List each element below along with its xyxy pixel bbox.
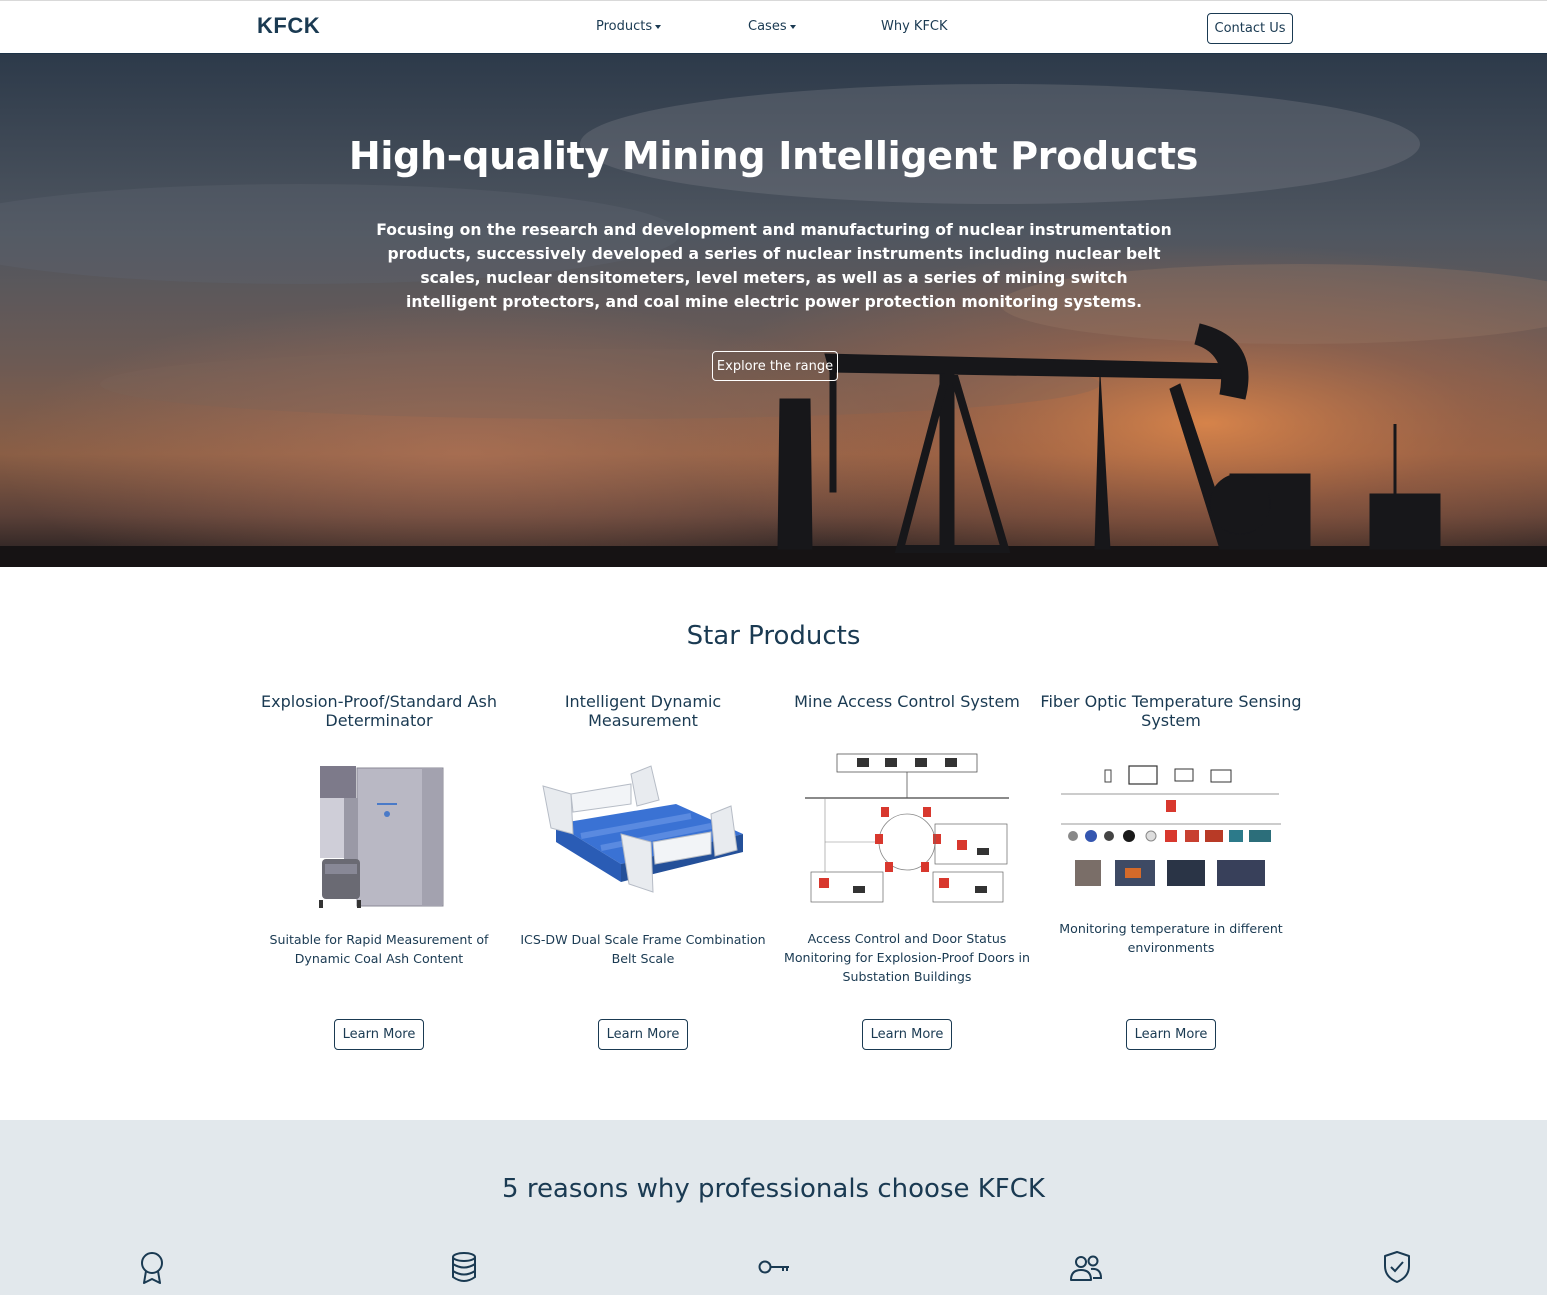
caret-down-icon xyxy=(655,24,662,29)
learn-more-button[interactable]: Learn More xyxy=(334,1019,424,1050)
product-name: Fiber Optic Temperature Sensing System xyxy=(1040,692,1302,730)
product-description: Access Control and Door Status Monitorin… xyxy=(783,931,1031,984)
reasons-section: 5 reasons why professionals choose KFCK xyxy=(0,1120,1547,1295)
hero-section: High-quality Mining Intelligent Products… xyxy=(0,54,1547,567)
hero-title: High-quality Mining Intelligent Products xyxy=(348,134,1199,178)
nav-cases-label: Cases xyxy=(748,19,787,34)
product-name: Explosion-Proof/Standard Ash Determinato… xyxy=(261,692,497,730)
star-products-title: Star Products xyxy=(686,621,861,651)
users-icon xyxy=(1070,1255,1103,1281)
ash-determinator-image xyxy=(319,766,444,908)
shield-check-icon xyxy=(1384,1251,1410,1283)
product-description: ICS-DW Dual Scale Frame Combination Belt… xyxy=(520,932,766,966)
learn-more-button[interactable]: Learn More xyxy=(862,1019,952,1050)
brand-logo[interactable]: KFCK xyxy=(257,13,320,39)
product-description: Suitable for Rapid Measurement of Dynami… xyxy=(269,932,489,966)
nav-products-dropdown[interactable]: Products xyxy=(596,19,662,34)
learn-more-button[interactable]: Learn More xyxy=(598,1019,688,1050)
nav-cases-dropdown[interactable]: Cases xyxy=(748,19,796,34)
database-icon xyxy=(452,1252,476,1282)
nav-products-label: Products xyxy=(596,19,653,34)
product-card: Mine Access Control System Access Contro… xyxy=(775,692,1039,1050)
product-name: Intelligent Dynamic Measurement xyxy=(564,692,722,730)
temperature-sensing-diagram-image xyxy=(1061,765,1281,886)
award-icon xyxy=(141,1252,163,1284)
contact-us-button[interactable]: Contact Us xyxy=(1207,13,1293,44)
product-card: Explosion-Proof/Standard Ash Determinato… xyxy=(247,692,511,1050)
nav-why-kfck[interactable]: Why KFCK xyxy=(881,19,948,34)
product-name: Mine Access Control System xyxy=(794,692,1020,711)
product-description: Monitoring temperature in different envi… xyxy=(1059,921,1283,955)
caret-down-icon xyxy=(789,24,796,29)
key-icon xyxy=(758,1260,789,1274)
top-navbar: KFCK Products Cases Why KFCK Contact Us xyxy=(0,0,1547,54)
product-card: Intelligent Dynamic Measurement ICS-DW D… xyxy=(511,692,775,1050)
product-card: Fiber Optic Temperature Sensing System M… xyxy=(1039,692,1303,1050)
learn-more-button[interactable]: Learn More xyxy=(1126,1019,1216,1050)
explore-range-button[interactable]: Explore the range xyxy=(712,351,838,381)
access-control-diagram-image xyxy=(805,753,1009,903)
reasons-title: 5 reasons why professionals choose KFCK xyxy=(502,1174,1045,1204)
belt-scale-image xyxy=(542,765,743,893)
hero-subtitle: Focusing on the research and development… xyxy=(376,221,1172,311)
